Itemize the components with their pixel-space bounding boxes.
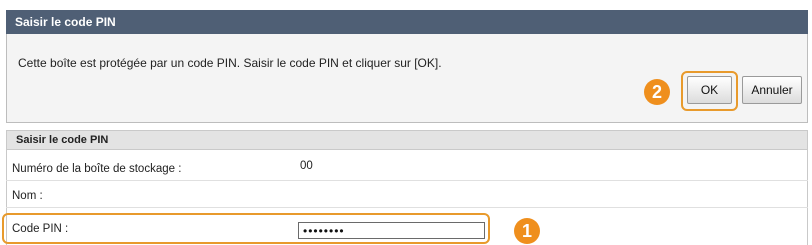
cancel-button[interactable]: Annuler xyxy=(742,76,802,104)
pin-label: Code PIN : xyxy=(12,223,69,235)
pin-input[interactable] xyxy=(298,222,485,239)
step-2-callout: 2 xyxy=(644,79,670,105)
name-row: Nom : xyxy=(6,185,808,208)
step-1-callout: 1 xyxy=(514,218,540,244)
ok-button[interactable]: OK xyxy=(687,76,732,104)
dialog-title: Saisir le code PIN xyxy=(6,10,808,34)
storage-number-value: 00 xyxy=(300,160,313,172)
form-section-title: Saisir le code PIN xyxy=(6,130,808,150)
name-label: Nom : xyxy=(12,190,43,202)
storage-number-label: Numéro de la boîte de stockage : xyxy=(12,163,182,175)
pin-row: Code PIN : xyxy=(6,218,808,241)
instruction-text: Cette boîte est protégée par un code PIN… xyxy=(18,56,442,70)
storage-number-row: Numéro de la boîte de stockage : 00 xyxy=(6,158,808,181)
